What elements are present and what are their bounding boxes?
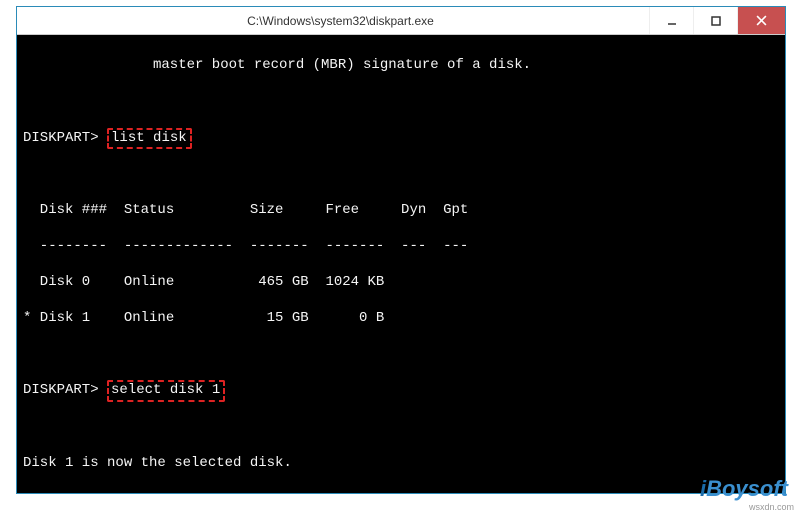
cmd-list-disk: list disk [107, 128, 192, 150]
disk-table-header: Disk ### Status Size Free Dyn Gpt [23, 202, 779, 220]
prompt-line-1: DISKPART> list disk [23, 129, 779, 149]
context-line: master boot record (MBR) signature of a … [23, 57, 779, 75]
titlebar[interactable]: C:\Windows\system32\diskpart.exe [17, 7, 785, 35]
disk-row-1: * Disk 1 Online 15 GB 0 B [23, 310, 779, 328]
prompt: DISKPART> [23, 130, 99, 146]
prompt-line-2: DISKPART> select disk 1 [23, 381, 779, 401]
disk-row-0: Disk 0 Online 465 GB 1024 KB [23, 274, 779, 292]
window-title: C:\Windows\system32\diskpart.exe [32, 14, 649, 28]
window-controls [649, 7, 785, 34]
terminal[interactable]: master boot record (MBR) signature of a … [17, 35, 785, 493]
close-button[interactable] [737, 7, 785, 34]
blank-line [23, 419, 779, 437]
app-icon [17, 7, 32, 35]
source-hint: wsxdn.com [749, 502, 794, 512]
blank-line [23, 166, 779, 184]
watermark-logo: iBoysoft [700, 476, 788, 502]
blank-line [23, 93, 779, 111]
maximize-button[interactable] [693, 7, 737, 34]
blank-line [23, 491, 779, 493]
cmd-select-disk: select disk 1 [107, 380, 225, 402]
prompt: DISKPART> [23, 382, 99, 398]
minimize-button[interactable] [649, 7, 693, 34]
blank-line [23, 345, 779, 363]
msg-selected: Disk 1 is now the selected disk. [23, 455, 779, 473]
app-window: C:\Windows\system32\diskpart.exe master … [16, 6, 786, 494]
disk-table-divider: -------- ------------- ------- ------- -… [23, 238, 779, 256]
